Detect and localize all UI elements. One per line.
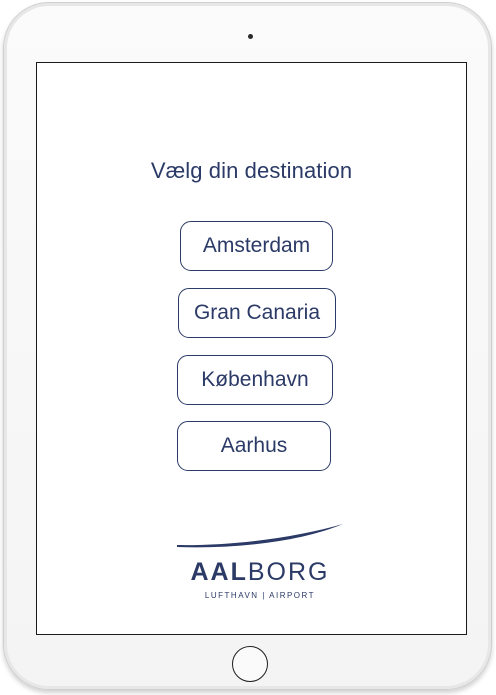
aalborg-airport-logo: AALBORG LUFTHAVN | AIRPORT — [175, 518, 345, 608]
wing-icon — [177, 524, 343, 548]
destination-button-gran-canaria[interactable]: Gran Canaria — [178, 288, 336, 338]
logo-word-light: BORG — [247, 558, 330, 586]
logo-word-bold: AAL — [190, 558, 248, 586]
destination-button-kobenhavn[interactable]: København — [177, 355, 333, 405]
destination-button-aarhus[interactable]: Aarhus — [177, 421, 331, 471]
screen: Vælg din destination Amsterdam Gran Cana… — [36, 62, 467, 635]
logo-wordmark: AALBORG — [175, 558, 345, 587]
destination-button-amsterdam[interactable]: Amsterdam — [180, 221, 333, 271]
home-button[interactable] — [232, 646, 268, 682]
tablet-frame: Vælg din destination Amsterdam Gran Cana… — [3, 2, 492, 690]
front-camera — [248, 34, 253, 39]
page-title: Vælg din destination — [150, 158, 353, 183]
logo-subtitle: LUFTHAVN | AIRPORT — [204, 591, 316, 600]
